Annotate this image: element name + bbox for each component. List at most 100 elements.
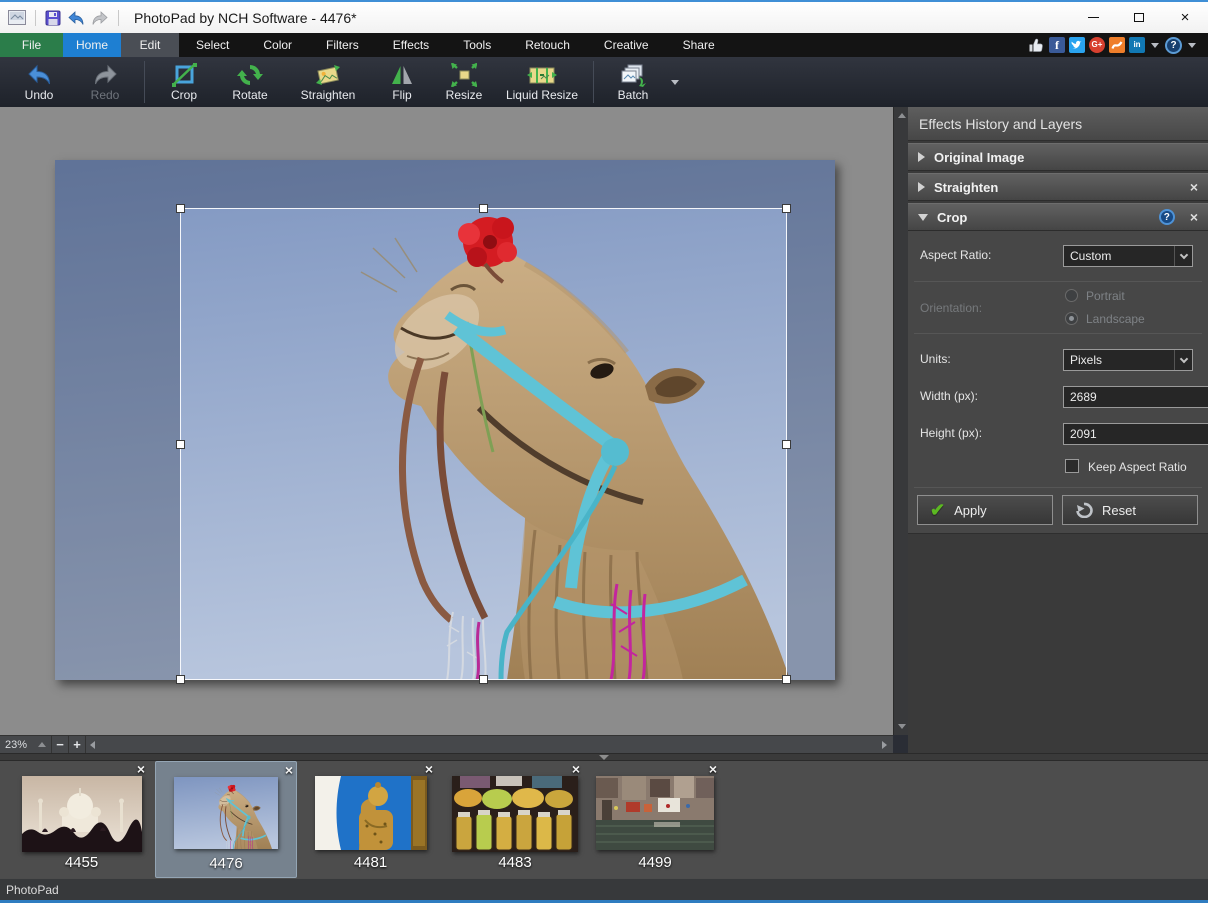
nch-icon[interactable] xyxy=(1109,37,1125,53)
like-icon[interactable] xyxy=(1028,37,1045,53)
thumb-image-river-ghats xyxy=(596,776,714,850)
reset-button[interactable]: Reset xyxy=(1062,495,1198,525)
crop-handle-sw[interactable] xyxy=(176,675,185,684)
scroll-right-button[interactable] xyxy=(882,741,887,749)
landscape-radio[interactable] xyxy=(1065,312,1078,325)
resize-button[interactable]: Resize xyxy=(431,59,497,105)
section-straighten[interactable]: Straighten × xyxy=(908,173,1208,201)
image-canvas[interactable] xyxy=(0,107,893,735)
twitter-icon[interactable] xyxy=(1069,37,1085,53)
dropdown-chevron xyxy=(1174,246,1192,266)
flip-button[interactable]: Flip xyxy=(373,59,431,105)
batch-button[interactable]: Batch xyxy=(600,59,666,105)
height-spinbox xyxy=(1063,423,1193,445)
apply-button[interactable]: ✔ Apply xyxy=(917,495,1053,525)
portrait-radio[interactable] xyxy=(1065,289,1078,302)
crop-help-icon[interactable]: ? xyxy=(1159,209,1175,225)
crop-handle-nw[interactable] xyxy=(176,204,185,213)
thumbnail-4481[interactable]: × 4481 xyxy=(305,761,436,878)
zoom-in-button[interactable]: + xyxy=(69,736,86,753)
batch-dropdown-caret[interactable] xyxy=(666,59,684,105)
close-button[interactable]: × xyxy=(1162,2,1208,33)
orientation-label: Orientation: xyxy=(920,301,982,315)
linkedin-icon[interactable]: in xyxy=(1129,37,1145,53)
straighten-button[interactable]: Straighten xyxy=(283,59,373,105)
thumbnail-4499[interactable]: × 4499 xyxy=(590,761,720,878)
aspect-ratio-label: Aspect Ratio: xyxy=(920,248,991,262)
ribbon-toolbar: Undo Redo Crop Rotate Straighten Flip Re… xyxy=(0,57,1208,107)
facebook-icon[interactable]: f xyxy=(1049,37,1065,53)
thumbnail-splitter[interactable] xyxy=(0,753,1208,761)
units-value: Pixels xyxy=(1064,353,1174,367)
crop-selection[interactable] xyxy=(180,208,787,680)
tab-color[interactable]: Color xyxy=(246,33,309,57)
keep-aspect-checkbox[interactable] xyxy=(1065,459,1079,473)
vertical-scrollbar[interactable] xyxy=(893,107,908,735)
remove-crop-icon[interactable]: × xyxy=(1190,210,1198,224)
height-input[interactable] xyxy=(1063,423,1208,445)
photopad-window: PhotoPad by NCH Software - 4476* × File … xyxy=(0,0,1208,903)
width-input[interactable] xyxy=(1063,386,1208,408)
thumbnail-4455[interactable]: × 4455 xyxy=(15,761,148,878)
remove-straighten-icon[interactable]: × xyxy=(1190,180,1198,194)
units-select[interactable]: Pixels xyxy=(1063,349,1193,371)
section-original-image[interactable]: Original Image xyxy=(908,143,1208,171)
collapse-strip-icon xyxy=(599,755,609,760)
crop-handle-ne[interactable] xyxy=(782,204,791,213)
tab-retouch[interactable]: Retouch xyxy=(508,33,587,57)
crop-handle-e[interactable] xyxy=(782,440,791,449)
help-icon[interactable]: ? xyxy=(1165,37,1182,54)
thumbnail-4483[interactable]: × 4483 xyxy=(447,761,583,878)
rotate-label: Rotate xyxy=(232,88,267,102)
aspect-ratio-value: Custom xyxy=(1064,249,1174,263)
help-caret-icon[interactable] xyxy=(1188,43,1196,48)
close-thumbnail-icon[interactable]: × xyxy=(285,763,293,777)
rotate-button[interactable]: Rotate xyxy=(217,59,283,105)
tab-effects[interactable]: Effects xyxy=(376,33,446,57)
scroll-down-button[interactable] xyxy=(894,718,909,735)
scroll-up-button[interactable] xyxy=(894,107,909,124)
close-thumbnail-icon[interactable]: × xyxy=(137,762,145,776)
tab-tools[interactable]: Tools xyxy=(446,33,508,57)
tab-file[interactable]: File xyxy=(0,33,63,57)
photo-camel[interactable] xyxy=(55,160,835,680)
google-plus-icon[interactable]: G+ xyxy=(1089,37,1105,53)
quick-redo-icon[interactable] xyxy=(91,10,109,26)
undo-button[interactable]: Undo xyxy=(6,59,72,105)
tab-share[interactable]: Share xyxy=(666,33,732,57)
thumbnail-4476-selected[interactable]: × 4476 xyxy=(155,761,297,878)
maximize-button[interactable] xyxy=(1116,2,1162,33)
straighten-label: Straighten xyxy=(301,88,356,102)
rotate-icon xyxy=(237,63,263,87)
horizontal-scrollbar[interactable] xyxy=(86,736,893,753)
tab-edit[interactable]: Edit xyxy=(121,33,179,57)
social-more-caret-icon[interactable] xyxy=(1151,43,1159,48)
section-crop[interactable]: Crop ? × xyxy=(908,203,1208,231)
liquid-resize-button[interactable]: Liquid Resize xyxy=(497,59,587,105)
thumbnail-label: 4481 xyxy=(305,854,436,871)
tab-creative[interactable]: Creative xyxy=(587,33,666,57)
redo-button[interactable]: Redo xyxy=(72,59,138,105)
tab-filters[interactable]: Filters xyxy=(309,33,376,57)
minimize-button[interactable] xyxy=(1070,2,1116,33)
quick-undo-icon[interactable] xyxy=(67,10,85,26)
crop-handle-se[interactable] xyxy=(782,675,791,684)
crop-handle-s[interactable] xyxy=(479,675,488,684)
save-icon[interactable] xyxy=(45,10,61,26)
zoom-level-dropdown[interactable]: 23% xyxy=(0,736,52,753)
crop-button[interactable]: Crop xyxy=(151,59,217,105)
zoom-out-button[interactable]: − xyxy=(52,736,69,753)
chevron-down-icon xyxy=(1179,250,1187,258)
units-label: Units: xyxy=(920,352,951,366)
crop-handle-w[interactable] xyxy=(176,440,185,449)
close-thumbnail-icon[interactable]: × xyxy=(572,762,580,776)
arrow-up-icon xyxy=(898,113,906,118)
close-thumbnail-icon[interactable]: × xyxy=(709,762,717,776)
crop-handle-n[interactable] xyxy=(479,204,488,213)
scroll-left-button[interactable] xyxy=(90,741,95,749)
tab-home[interactable]: Home xyxy=(63,33,121,57)
tab-select[interactable]: Select xyxy=(179,33,246,57)
aspect-ratio-select[interactable]: Custom xyxy=(1063,245,1193,267)
close-thumbnail-icon[interactable]: × xyxy=(425,762,433,776)
arrow-down-icon xyxy=(898,724,906,729)
